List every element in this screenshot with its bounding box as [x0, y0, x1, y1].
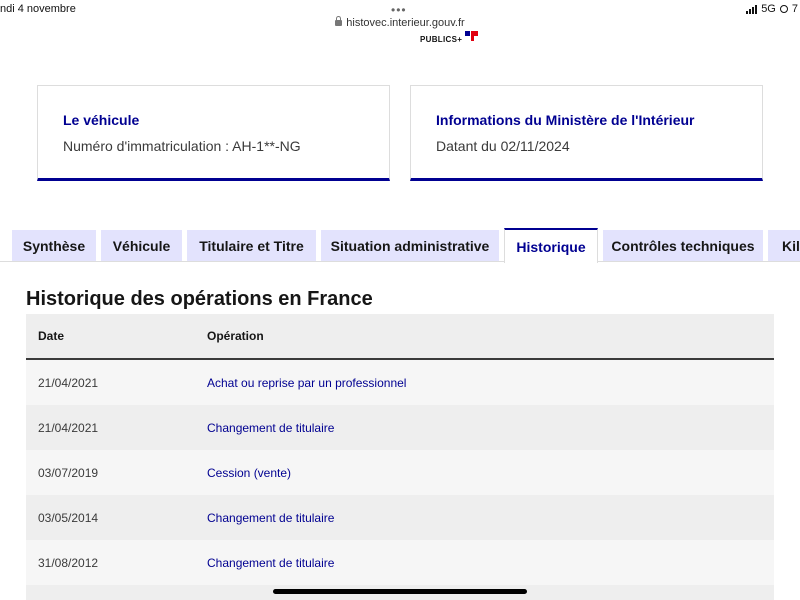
- tab-divider: [0, 261, 800, 262]
- tab-situation-administrative[interactable]: Situation administrative: [321, 230, 499, 262]
- tab-titulaire[interactable]: Titulaire et Titre: [187, 230, 316, 262]
- orientation-lock-icon: [779, 5, 788, 13]
- logo-text: PUBLICS+: [420, 34, 463, 44]
- table-row: 03/05/2014 Changement de titulaire: [26, 495, 774, 540]
- status-bar: ndi 4 novembre ••• histovec.interieur.go…: [0, 0, 800, 34]
- more-dots-icon[interactable]: •••: [391, 3, 407, 17]
- ministry-card-title: Informations du Ministère de l'Intérieur: [436, 112, 695, 128]
- row-date: 03/07/2019: [38, 465, 99, 480]
- tab-label: Historique: [516, 238, 586, 255]
- tab-label: Synthèse: [22, 238, 86, 254]
- tab-label: Titulaire et Titre: [199, 238, 304, 254]
- tab-kilometrage[interactable]: Kilo: [768, 230, 800, 262]
- marianne-flag-icon: [465, 31, 479, 41]
- tab-synthese[interactable]: Synthèse: [12, 230, 96, 262]
- ministry-card: Informations du Ministère de l'Intérieur…: [410, 85, 763, 181]
- row-date: 03/05/2014: [38, 510, 99, 525]
- tab-label: Véhicule: [112, 238, 171, 254]
- signal-icon: [746, 4, 758, 14]
- table-row: 21/04/2021 Achat ou reprise par un profe…: [26, 360, 774, 405]
- network-label: 5G: [761, 3, 776, 15]
- row-operation: Changement de titulaire: [207, 420, 335, 435]
- tab-label: Situation administrative: [330, 238, 490, 254]
- home-indicator[interactable]: [273, 589, 527, 594]
- registration-number: Numéro d'immatriculation : AH-1**-NG: [63, 138, 301, 154]
- row-operation: Changement de titulaire: [207, 555, 335, 570]
- row-operation: Cession (vente): [207, 465, 292, 480]
- status-right-suffix: 7: [791, 3, 798, 15]
- section-title: Historique des opérations en France: [26, 288, 373, 310]
- tab-label: Contrôles techniques: [611, 238, 755, 254]
- table-row: 31/08/2012 Changement de titulaire: [26, 540, 774, 585]
- tab-vehicule[interactable]: Véhicule: [101, 230, 182, 262]
- tab-controles-techniques[interactable]: Contrôles techniques: [603, 230, 763, 262]
- vehicle-card-title: Le véhicule: [63, 112, 140, 128]
- table-row: 21/04/2021 Changement de titulaire: [26, 405, 774, 450]
- table-row: 03/07/2019 Cession (vente): [26, 450, 774, 495]
- row-date: 21/04/2021: [38, 420, 99, 435]
- address-bar[interactable]: histovec.interieur.gouv.fr: [0, 16, 800, 29]
- row-operation: Changement de titulaire: [207, 510, 335, 525]
- row-date: 21/04/2021: [38, 375, 99, 390]
- table-header: Date Opération: [26, 314, 774, 360]
- tab-historique[interactable]: Historique: [504, 228, 598, 263]
- vehicle-card: Le véhicule Numéro d'immatriculation : A…: [37, 85, 390, 181]
- column-header-date: Date: [38, 329, 65, 343]
- data-date: Datant du 02/11/2024: [436, 138, 570, 154]
- address-url: histovec.interieur.gouv.fr: [346, 17, 465, 29]
- status-indicators: 5G 7: [746, 3, 798, 15]
- site-logo[interactable]: PUBLICS+: [420, 31, 479, 44]
- history-table: Date Opération 21/04/2021 Achat ou repri…: [26, 314, 774, 600]
- tab-label: Kilo: [782, 238, 800, 254]
- tab-bar: Synthèse Véhicule Titulaire et Titre Sit…: [0, 228, 800, 263]
- row-date: 31/08/2012: [38, 555, 99, 570]
- row-operation: Achat ou reprise par un professionnel: [207, 375, 407, 390]
- column-header-operation: Opération: [207, 329, 264, 343]
- lock-icon: [335, 16, 343, 26]
- status-date: ndi 4 novembre: [0, 3, 76, 15]
